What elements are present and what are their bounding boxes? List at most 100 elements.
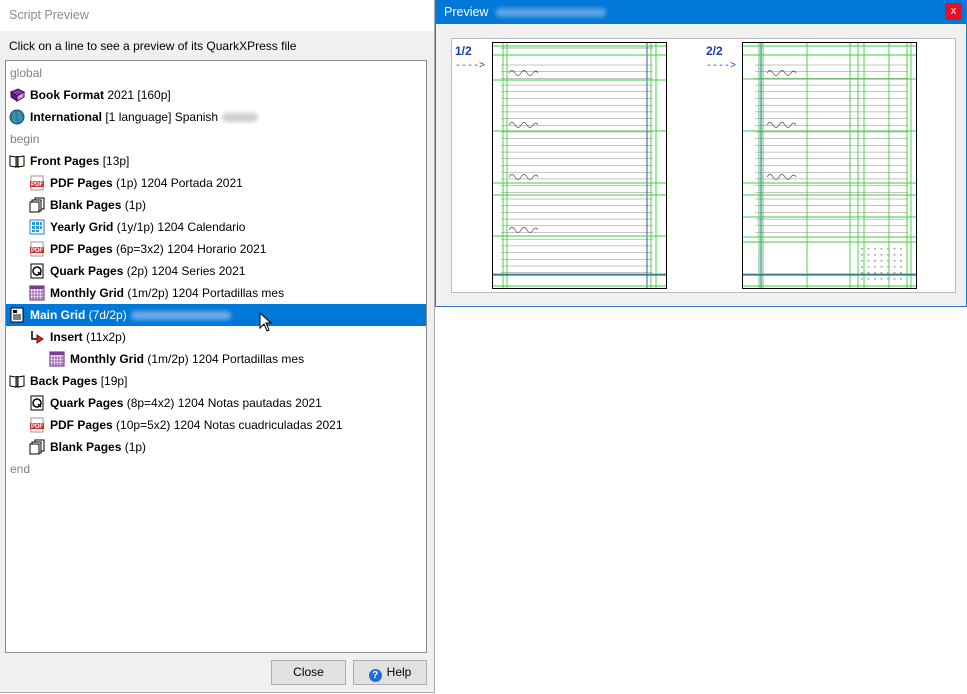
mini-calendar-cell (867, 266, 870, 268)
mini-calendar-cell (893, 260, 896, 262)
script-line[interactable]: Main Grid (7d/2p) (6, 304, 426, 326)
script-keyword-global[interactable]: global (6, 62, 426, 84)
mini-calendar-cell (880, 254, 883, 256)
script-line-details: (2p) 1204 Series 2021 (123, 264, 246, 278)
mini-calendar-cell (887, 260, 889, 262)
mini-calendar-cell (880, 266, 883, 268)
mini-calendar-cell (861, 248, 863, 250)
open-book-icon (9, 373, 25, 389)
mini-calendar-cell (861, 254, 863, 256)
script-line-text: Front Pages [13p] (30, 150, 129, 172)
mini-calendar-cell (867, 254, 870, 256)
script-line-name: Quark Pages (50, 264, 124, 278)
preview-title-text: Preview (444, 5, 489, 19)
script-line-text: PDF Pages (1p) 1204 Portada 2021 (50, 172, 243, 194)
script-line-details: (1p) (121, 440, 147, 454)
redacted-text (222, 113, 259, 123)
script-line-text: Book Format 2021 [160p] (30, 84, 171, 106)
script-keyword-begin[interactable]: begin (6, 128, 426, 150)
mini-calendar-cell (893, 272, 896, 274)
mini-calendar-cell (893, 254, 896, 256)
script-line[interactable]: International [1 language] Spanish (6, 106, 426, 128)
script-line-text: Quark Pages (2p) 1204 Series 2021 (50, 260, 245, 282)
mini-calendar-cell (900, 260, 902, 262)
script-line[interactable]: Back Pages [19p] (6, 370, 426, 392)
script-line[interactable]: Monthly Grid (1m/2p) 1204 Portadillas me… (6, 282, 426, 304)
script-line[interactable]: Blank Pages (1p) (6, 436, 426, 458)
script-line-details: 2021 [160p] (104, 88, 171, 102)
script-line-text: Insert (11x2p) (50, 326, 126, 348)
spread-arrow-1: ----> (455, 61, 486, 72)
script-line-name: PDF Pages (50, 176, 113, 190)
mini-calendar-cell (880, 248, 883, 250)
mini-calendar-cell (900, 266, 902, 268)
mini-calendar-cell (880, 260, 883, 262)
script-line-name: Insert (50, 330, 83, 344)
help-icon: ? (368, 669, 382, 682)
window-title: Script Preview (0, 0, 434, 31)
mini-calendar-cell (874, 254, 876, 256)
mini-calendar-cell (861, 260, 863, 262)
mini-calendar-cell (900, 272, 902, 274)
script-list[interactable]: global Book Format 2021 [160p] Internation… (5, 60, 427, 653)
book-icon (9, 87, 26, 103)
script-line-details: (1m/2p) 1204 Portadillas mes (144, 352, 305, 366)
spread-label-2: 2/2 (706, 44, 723, 58)
script-line-details: (6p=3x2) 1204 Horario 2021 (112, 242, 267, 256)
spread-page-2 (742, 42, 917, 289)
instruction-text: Click on a line to see a preview of its … (9, 39, 297, 53)
globe-icon (9, 109, 25, 125)
close-button[interactable]: Close (271, 660, 346, 685)
script-line-details: [13p] (99, 154, 130, 168)
mini-calendar-cell (900, 254, 902, 256)
handwritten-day-label (766, 122, 797, 128)
script-line-text: Quark Pages (8p=4x2) 1204 Notas pautadas… (50, 392, 322, 414)
mini-calendar-cell (887, 272, 889, 274)
mini-calendar-cell (867, 248, 870, 250)
script-line-text: Back Pages [19p] (30, 370, 127, 392)
preview-title-blur (495, 8, 606, 18)
main-grid-icon (9, 307, 25, 323)
script-line-details: [1 language] Spanish (102, 110, 219, 124)
script-line-name: Back Pages (30, 374, 98, 388)
page-1-layout (493, 43, 666, 288)
help-button[interactable]: ? Help (353, 660, 427, 685)
script-line-details: (1p) (121, 198, 147, 212)
redacted-text (130, 311, 231, 321)
script-line-details: [19p] (97, 374, 128, 388)
pdf-icon: PDF (29, 241, 45, 257)
script-line[interactable]: Quark Pages (2p) 1204 Series 2021 (6, 260, 426, 282)
script-line[interactable]: Book Format 2021 [160p] (6, 84, 426, 106)
mini-calendar-cell (887, 254, 889, 256)
script-line[interactable]: PDF PDF Pages (1p) 1204 Portada 2021 (6, 172, 426, 194)
mini-calendar-cell (880, 278, 883, 280)
script-line[interactable]: Yearly Grid (1y/1p) 1204 Calendario (6, 216, 426, 238)
mini-calendar-cell (861, 266, 863, 268)
insert-arrow-icon (29, 329, 45, 345)
svg-text:PDF: PDF (31, 182, 43, 188)
mini-calendar-cell (874, 260, 876, 262)
script-line-name: Front Pages (30, 154, 100, 168)
script-line[interactable]: Monthly Grid (1m/2p) 1204 Portadillas me… (6, 348, 426, 370)
mini-calendar-cell (893, 278, 896, 280)
script-line-details: (1y/1p) 1204 Calendario (113, 220, 246, 234)
script-keyword-end[interactable]: end (6, 458, 426, 480)
script-line-name: Blank Pages (50, 440, 122, 454)
script-line[interactable]: Front Pages [13p] (6, 150, 426, 172)
script-line-name: Book Format (30, 88, 105, 102)
script-line[interactable]: Blank Pages (1p) (6, 194, 426, 216)
script-line[interactable]: Quark Pages (8p=4x2) 1204 Notas pautadas… (6, 392, 426, 414)
spread-arrow-2: ----> (706, 61, 737, 72)
script-line-details: (7d/2p) (85, 308, 127, 322)
keyword-label: begin (10, 132, 40, 146)
help-button-label: Help (386, 665, 412, 679)
script-line-name: PDF Pages (50, 418, 113, 432)
script-line-text: Yearly Grid (1y/1p) 1204 Calendario (50, 216, 245, 238)
script-line-text: International [1 language] Spanish (30, 106, 259, 128)
script-line[interactable]: PDF PDF Pages (10p=5x2) 1204 Notas cuadri… (6, 414, 426, 436)
script-line-name: Yearly Grid (50, 220, 114, 234)
preview-close-icon[interactable]: x (945, 3, 962, 20)
script-line[interactable]: PDF PDF Pages (6p=3x2) 1204 Horario 2021 (6, 238, 426, 260)
handwritten-day-label (508, 122, 539, 128)
script-line[interactable]: Insert (11x2p) (6, 326, 426, 348)
